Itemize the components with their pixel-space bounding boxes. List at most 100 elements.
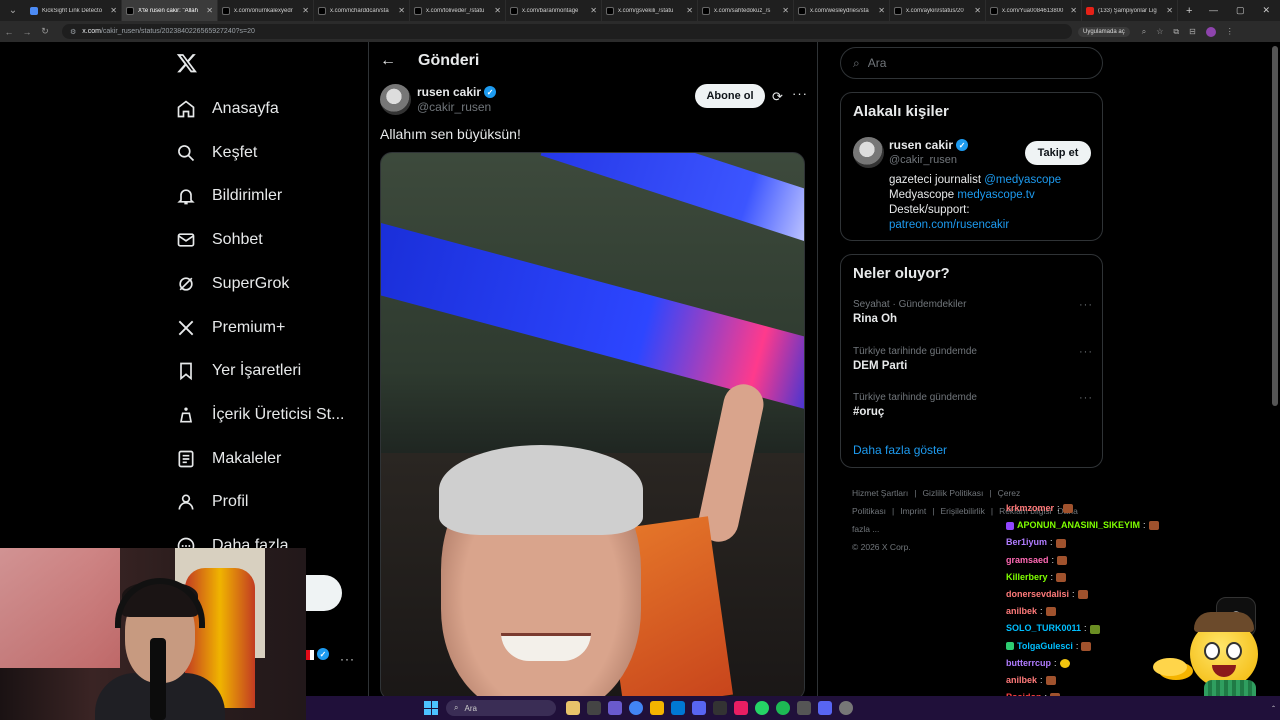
browser-tab[interactable]: x.com/aykiri/status/20 ✕ (890, 0, 986, 21)
task-view-icon[interactable] (587, 701, 601, 715)
chat-username[interactable]: anilbek (1006, 672, 1037, 689)
spotify-icon[interactable] (776, 701, 790, 715)
tab-close-icon[interactable]: ✕ (110, 6, 117, 15)
browser-tab[interactable]: x.com/richarddcan/sta ✕ (314, 0, 410, 21)
tab-close-icon[interactable]: ✕ (686, 6, 693, 15)
author-name[interactable]: rusen cakir (417, 85, 481, 99)
tab-close-icon[interactable]: ✕ (302, 6, 309, 15)
tab-close-icon[interactable]: ✕ (974, 6, 981, 15)
footer-link[interactable]: Gizlilik Politikası (922, 488, 983, 498)
browser-tab[interactable]: x.com/gsvekili_/statu ✕ (602, 0, 698, 21)
app-icon[interactable] (839, 701, 853, 715)
chat-username[interactable]: Killerbery (1006, 569, 1048, 586)
trend-item[interactable]: Seyahat · Gündemdekiler Rina Oh ··· (853, 299, 1093, 325)
app-icon[interactable] (734, 701, 748, 715)
nav-item-bildirimler[interactable]: Bildirimler (176, 181, 282, 211)
related-avatar[interactable] (853, 137, 884, 168)
nav-item-profil[interactable]: Profil (176, 487, 248, 517)
chat-username[interactable]: Ber1iyum (1006, 534, 1047, 551)
author-avatar[interactable] (380, 84, 411, 115)
nav-item-premium[interactable]: Premium+ (176, 313, 285, 343)
site-info-icon[interactable]: ⚙ (70, 28, 76, 36)
related-handle[interactable]: @cakir_rusen (889, 154, 957, 166)
show-more-link[interactable]: Daha fazla göster (853, 443, 947, 457)
grok-explain-icon[interactable]: ⟳ (772, 89, 783, 105)
chat-username[interactable]: gramsaed (1006, 552, 1049, 569)
nav-item-yer-i-aretleri[interactable]: Yer İşaretleri (176, 356, 301, 386)
trend-more-icon[interactable]: ··· (1079, 299, 1093, 311)
edge-icon[interactable] (671, 701, 685, 715)
browser-tab[interactable]: x.com/toliveder_/statu ✕ (410, 0, 506, 21)
chat-username[interactable]: butterrcup (1006, 655, 1051, 672)
browser-menu-icon[interactable]: ⋮ (1226, 27, 1234, 37)
author-name-row[interactable]: rusen cakir ✓ (417, 85, 497, 99)
nav-item-makaleler[interactable]: Makaleler (176, 444, 281, 474)
bio-mention-link[interactable]: @medyascope (984, 174, 1061, 186)
chat-username[interactable]: SOLO_TURK0011 (1006, 620, 1081, 637)
tab-close-icon[interactable]: ✕ (782, 6, 789, 15)
author-handle[interactable]: @cakir_rusen (417, 100, 491, 114)
tab-close-icon[interactable]: ✕ (494, 6, 501, 15)
sidebar-icon[interactable]: ⊟ (1189, 27, 1196, 37)
search-input[interactable] (867, 56, 1068, 70)
post-button-partial[interactable] (306, 575, 342, 611)
footer-link[interactable]: Imprint (900, 506, 926, 516)
trend-item[interactable]: Türkiye tarihinde gündemde DEM Parti ··· (853, 346, 1093, 372)
obs-icon[interactable] (713, 701, 727, 715)
trend-more-icon[interactable]: ··· (1079, 346, 1093, 358)
page-scrollbar[interactable] (1272, 46, 1278, 406)
zoom-icon[interactable]: ⌕ (1142, 27, 1146, 37)
browser-tab[interactable]: KickSight Link Detecto ✕ (26, 0, 122, 21)
widgets-icon[interactable] (608, 701, 622, 715)
app-icon[interactable] (797, 701, 811, 715)
tab-close-icon[interactable]: ✕ (1070, 6, 1077, 15)
star-bookmark-icon[interactable]: ☆ (1156, 27, 1163, 37)
chat-username[interactable]: TolgaGulesci (1017, 638, 1073, 655)
windows-start-icon[interactable] (424, 701, 438, 715)
chat-username[interactable]: anilbek (1006, 603, 1037, 620)
whatsapp-icon[interactable] (755, 701, 769, 715)
nav-item-anasayfa[interactable]: Anasayfa (176, 94, 279, 124)
browser-tab[interactable]: (133) Şampiyonlar Lig ✕ (1082, 0, 1178, 21)
url-field[interactable]: ⚙ x.com/cakir_rusen/status/2023840226565… (62, 24, 1072, 39)
nav-item-supergrok[interactable]: SuperGrok (176, 269, 289, 299)
back-nav-icon[interactable]: ← (0, 27, 18, 37)
app-icon[interactable] (818, 701, 832, 715)
back-arrow-icon[interactable]: ← (380, 52, 396, 70)
tab-close-icon[interactable]: ✕ (878, 6, 885, 15)
folder-icon[interactable] (650, 701, 664, 715)
related-name[interactable]: rusen cakir (889, 138, 953, 152)
extensions-icon[interactable]: ⧉ (1173, 27, 1179, 37)
taskbar-search[interactable]: ⌕ Ara (446, 700, 556, 716)
post-more-icon[interactable]: ··· (792, 86, 808, 101)
reload-icon[interactable]: ↻ (36, 26, 54, 37)
account-more-icon[interactable]: ··· (340, 652, 355, 666)
browser-tab[interactable]: x.com/sahtedokuz_/s ✕ (698, 0, 794, 21)
tab-close-icon[interactable]: ✕ (590, 6, 597, 15)
nav-item-sohbet[interactable]: Sohbet (176, 225, 263, 255)
browser-tab[interactable]: X'te rusen cakir: "Allah ✕ (122, 0, 218, 21)
trend-item[interactable]: Türkiye tarihinde gündemde #oruç ··· (853, 392, 1093, 418)
tab-close-icon[interactable]: ✕ (398, 6, 405, 15)
forward-nav-icon[interactable]: → (18, 27, 36, 37)
discord-icon[interactable] (692, 701, 706, 715)
browser-tab[interactable]: x.com/baranmontage ✕ (506, 0, 602, 21)
tray-chevron-icon[interactable]: ⌃ (1271, 705, 1276, 712)
post-media-video[interactable] (380, 152, 805, 700)
trend-more-icon[interactable]: ··· (1079, 392, 1093, 404)
browser-tab[interactable]: x.com/Yua0084613800 ✕ (986, 0, 1082, 21)
browser-tab[interactable]: x.com/onurnkalexyedr ✕ (218, 0, 314, 21)
chrome-icon[interactable] (629, 701, 643, 715)
chat-username[interactable]: krkmzomer (1006, 500, 1054, 517)
nav-item-ke-fet[interactable]: Keşfet (176, 138, 257, 168)
browser-tab[interactable]: x.com/wesleydries/sta ✕ (794, 0, 890, 21)
bio-patreon-link[interactable]: patreon.com/rusencakir (889, 218, 1089, 233)
search-box[interactable]: ⌕ (840, 47, 1103, 79)
tab-close-icon[interactable]: ✕ (206, 6, 213, 15)
browser-profile-avatar[interactable] (1205, 26, 1216, 37)
nav-item-i-erik-reticisi-st[interactable]: İçerik Üreticisi St... (176, 400, 344, 430)
tab-search-icon[interactable]: ⌄ (0, 0, 26, 21)
bio-website-link[interactable]: medyascope.tv (957, 189, 1034, 201)
chat-username[interactable]: donersevdalisi (1006, 586, 1069, 603)
new-tab-button[interactable]: + (1178, 5, 1200, 17)
